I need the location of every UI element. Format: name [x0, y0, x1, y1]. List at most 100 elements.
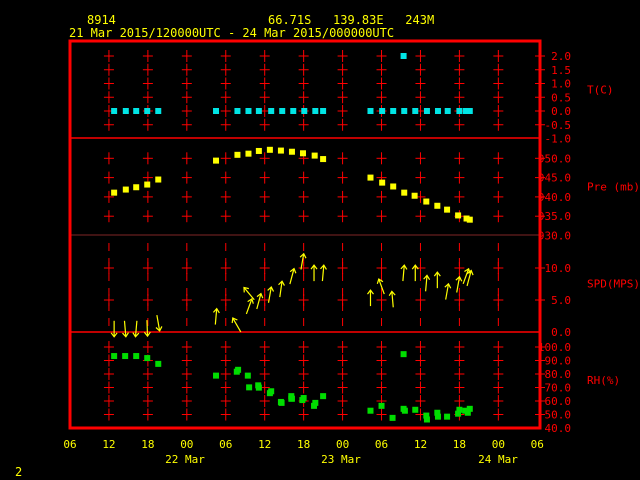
- panel-ylabel: RH(%): [587, 374, 620, 387]
- pressure-point: [311, 152, 318, 159]
- y-tick-label: 40.0: [545, 422, 572, 435]
- temp-point: [379, 108, 386, 114]
- rh-point: [389, 414, 396, 421]
- y-tick-label: 70.0: [545, 382, 572, 395]
- y-tick-label: 5.0: [551, 294, 571, 307]
- temp-point: [466, 108, 473, 114]
- x-tick-label: 06: [219, 438, 232, 451]
- rh-point: [400, 351, 407, 358]
- panel-ylabel: T(C): [587, 84, 614, 97]
- wind-arrow: [243, 286, 255, 301]
- date-label: 23 Mar: [321, 453, 361, 466]
- wind-arrow-shaft: [134, 320, 138, 337]
- wind-arrow-shaft: [243, 287, 255, 301]
- y-tick-label: 2.0: [551, 50, 571, 63]
- rh-point: [300, 395, 307, 402]
- y-tick-label: 0.0: [551, 326, 571, 339]
- pressure-point: [213, 157, 220, 164]
- wind-arrow: [110, 320, 118, 338]
- wind-arrow: [388, 290, 396, 308]
- rh-point: [401, 407, 408, 414]
- rh-point: [255, 384, 262, 391]
- y-tick-label: 0.0: [551, 105, 571, 118]
- meteogram-chart: 2.01.51.00.50.0-0.5-1.0T(C)950.0945.0940…: [63, 39, 640, 466]
- temp-point: [401, 108, 408, 114]
- wind-arrow: [455, 275, 463, 293]
- rh-point: [213, 372, 220, 379]
- y-tick-label: 1.0: [551, 78, 571, 91]
- wind-arrow: [400, 264, 408, 282]
- pressure-point: [111, 189, 118, 196]
- temp-point: [434, 108, 441, 114]
- panel-ylabel: Pre (mb): [587, 181, 640, 194]
- temp-point: [290, 108, 297, 114]
- pressure-point: [133, 184, 140, 191]
- y-tick-label: 90.0: [545, 355, 572, 368]
- x-tick-label: 12: [258, 438, 271, 451]
- rh-point: [423, 416, 430, 423]
- rh-point: [367, 407, 374, 414]
- pressure-point: [401, 189, 408, 196]
- rh-point: [466, 405, 473, 412]
- temp-point: [245, 108, 252, 114]
- y-tick-label: 0.5: [551, 91, 571, 104]
- y-tick-label: 50.0: [545, 409, 572, 422]
- wind-arrow: [411, 264, 419, 282]
- wind-arrow-shaft: [402, 265, 405, 282]
- y-tick-label: 930.0: [538, 230, 571, 243]
- temp-point: [122, 108, 129, 114]
- wind-arrow: [310, 264, 318, 282]
- y-tick-label: 80.0: [545, 368, 572, 381]
- temp-point: [423, 108, 430, 114]
- temp-point: [367, 108, 374, 114]
- wind-arrow: [231, 317, 242, 333]
- x-tick-label: 18: [453, 438, 466, 451]
- temp-point: [412, 108, 419, 114]
- wind-arrow-shaft: [321, 265, 325, 282]
- x-tick-label: 12: [102, 438, 115, 451]
- temp-point: [400, 53, 407, 59]
- pressure-point: [466, 216, 473, 223]
- pressure-point: [320, 156, 327, 163]
- x-tick-label: 00: [336, 438, 349, 451]
- y-tick-label: 935.0: [538, 210, 571, 223]
- wind-arrow: [256, 292, 264, 310]
- wind-arrow: [245, 297, 254, 315]
- rh-point: [278, 399, 285, 406]
- date-label: 22 Mar: [165, 453, 205, 466]
- x-tick-label: 00: [180, 438, 193, 451]
- pressure-point: [234, 151, 241, 158]
- rh-point: [155, 360, 162, 367]
- pressure-point: [455, 212, 462, 219]
- rh-point: [268, 388, 275, 395]
- pressure-point: [122, 186, 129, 193]
- rh-point: [246, 384, 253, 391]
- pressure-point: [367, 174, 374, 181]
- pressure-point: [379, 179, 386, 186]
- y-tick-label: 10.0: [545, 262, 572, 275]
- y-tick-label: -0.5: [545, 119, 572, 132]
- wind-arrow: [423, 274, 431, 292]
- temp-point: [234, 108, 241, 114]
- rh-point: [378, 402, 385, 409]
- wind-arrow: [278, 280, 285, 298]
- wind-arrow-shaft: [391, 291, 394, 308]
- wind-arrow: [143, 320, 151, 338]
- y-tick-label: 950.0: [538, 152, 571, 165]
- rh-point: [444, 413, 451, 420]
- panel-ylabel: SPD(MPS): [587, 278, 640, 291]
- x-tick-label: 06: [63, 438, 76, 451]
- temp-point: [144, 108, 151, 114]
- pressure-point: [255, 147, 262, 154]
- rh-point: [235, 366, 242, 373]
- temp-point: [279, 108, 286, 114]
- temp-point: [268, 108, 275, 114]
- rh-point: [111, 353, 118, 360]
- pressure-point: [277, 147, 284, 154]
- x-tick-label: 00: [492, 438, 505, 451]
- temp-point: [133, 108, 140, 114]
- rh-point: [144, 355, 151, 362]
- rh-point: [122, 353, 129, 360]
- wind-arrow: [367, 289, 374, 307]
- wind-arrow: [289, 267, 297, 285]
